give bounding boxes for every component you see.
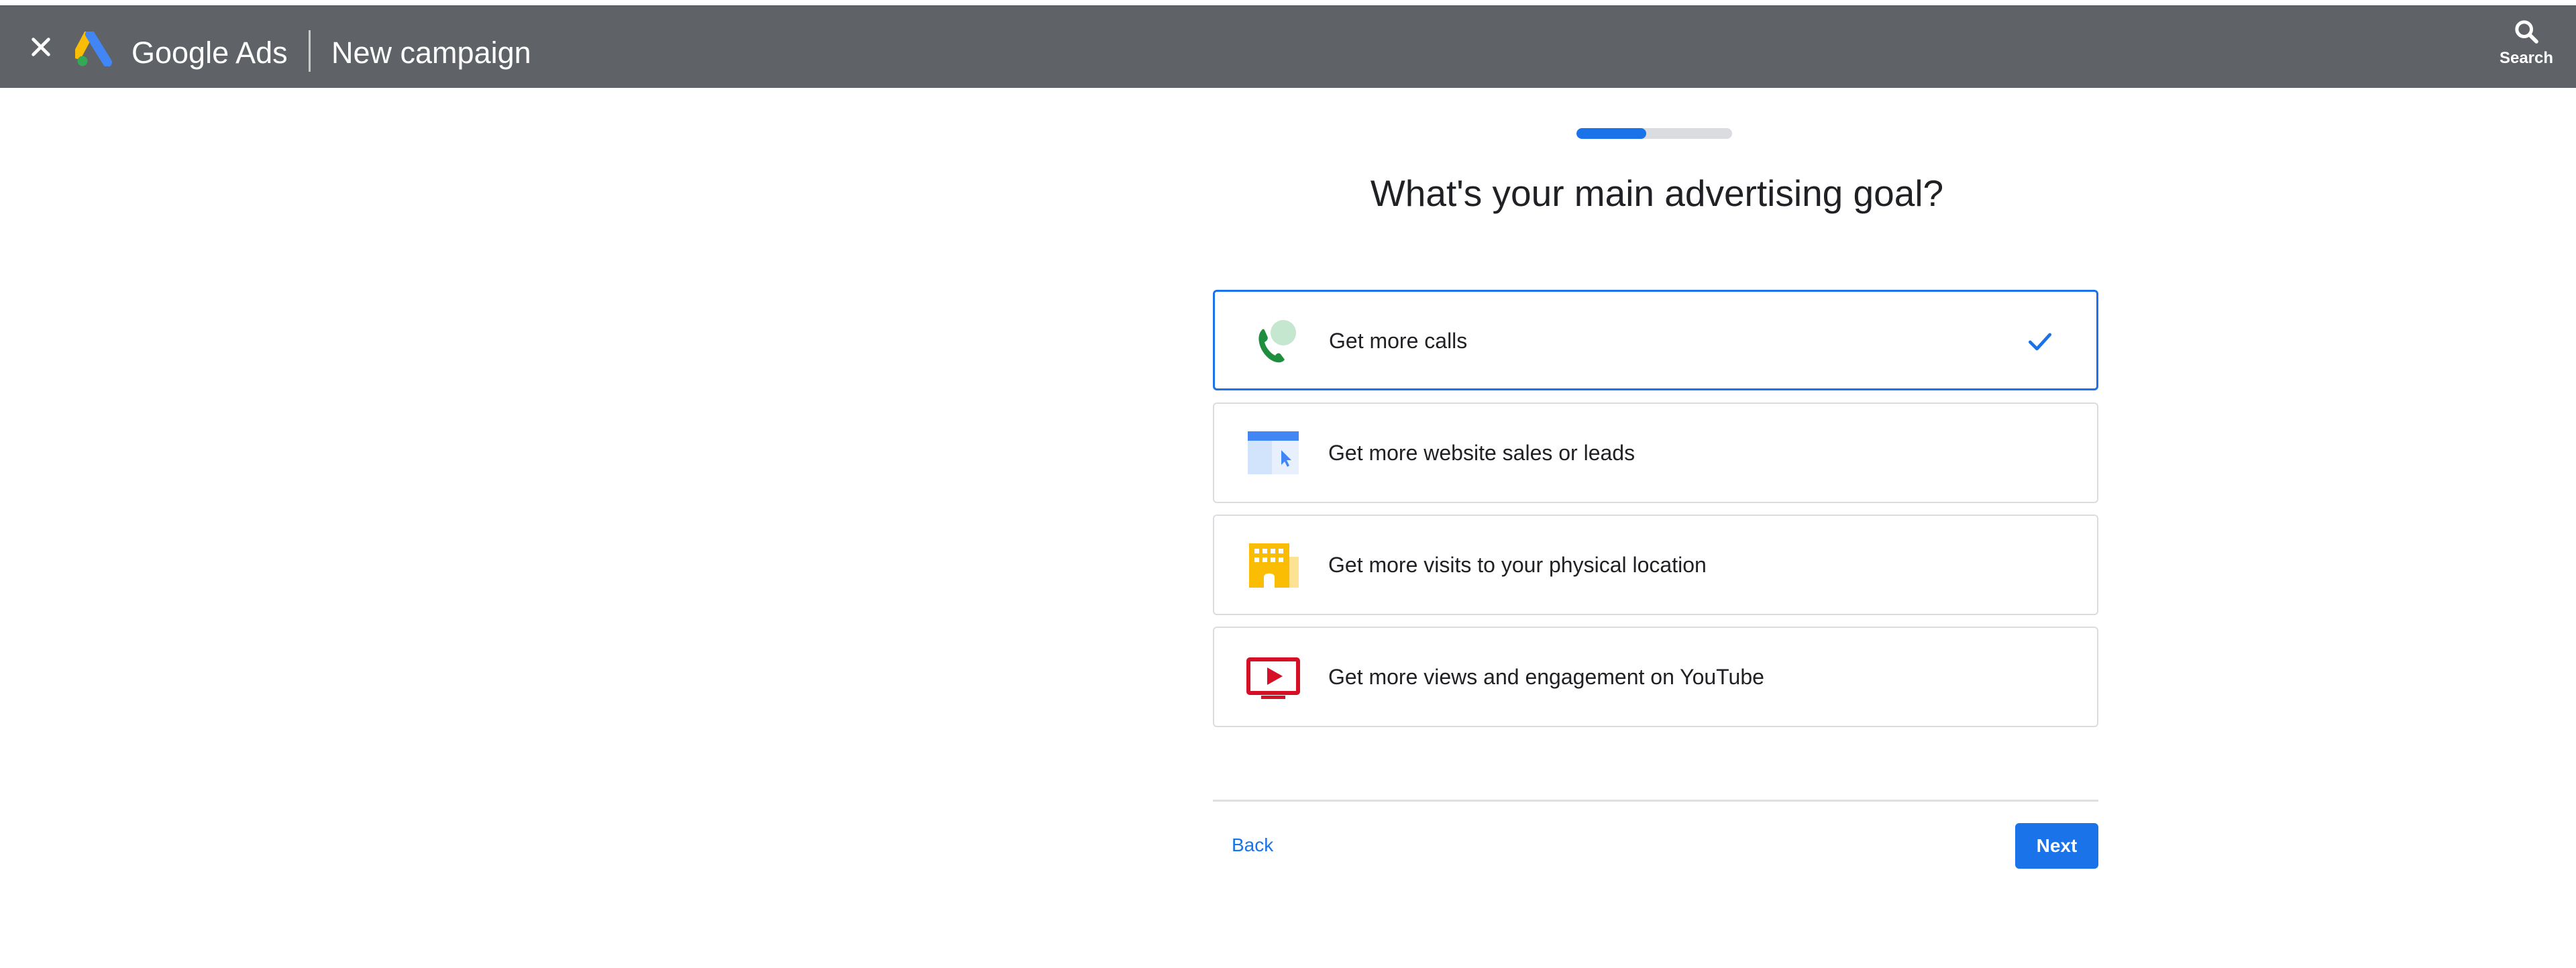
page-title: New campaign bbox=[331, 36, 531, 70]
next-button[interactable]: Next bbox=[2015, 823, 2098, 869]
top-app-bar: Google Ads New campaign Search bbox=[0, 5, 2576, 88]
option-label: Get more website sales or leads bbox=[1328, 441, 1635, 465]
option-label: Get more visits to your physical locatio… bbox=[1328, 553, 1707, 577]
close-button[interactable] bbox=[24, 30, 58, 64]
website-icon bbox=[1248, 431, 1299, 474]
footer-divider bbox=[1213, 800, 2098, 802]
close-icon bbox=[32, 38, 50, 56]
goal-option-calls[interactable]: Get more calls bbox=[1213, 290, 2098, 390]
progress-bar-fill bbox=[1576, 128, 1647, 139]
back-button[interactable]: Back bbox=[1232, 832, 1273, 859]
question-heading: What's your main advertising goal? bbox=[1370, 172, 1944, 214]
search-button[interactable]: Search bbox=[2493, 18, 2560, 77]
progress-bar bbox=[1576, 128, 1732, 139]
page: Google Ads New campaign Search What's yo… bbox=[0, 0, 2576, 968]
brand-name: Google Ads bbox=[131, 36, 288, 70]
store-building-icon bbox=[1249, 543, 1299, 588]
checkmark-icon bbox=[2028, 333, 2052, 351]
goal-option-physical-visits[interactable]: Get more visits to your physical locatio… bbox=[1213, 515, 2098, 615]
header-divider bbox=[309, 30, 311, 72]
google-ads-logo-icon bbox=[75, 32, 112, 66]
goal-option-youtube-views[interactable]: Get more views and engagement on YouTube bbox=[1213, 627, 2098, 727]
goal-option-website-sales[interactable]: Get more website sales or leads bbox=[1213, 402, 2098, 503]
search-icon bbox=[2515, 20, 2538, 44]
option-label: Get more views and engagement on YouTube bbox=[1328, 665, 1764, 689]
option-label: Get more calls bbox=[1329, 329, 1468, 353]
phone-call-icon bbox=[1258, 320, 1296, 363]
search-label: Search bbox=[2499, 49, 2554, 67]
youtube-play-icon bbox=[1246, 657, 1300, 699]
